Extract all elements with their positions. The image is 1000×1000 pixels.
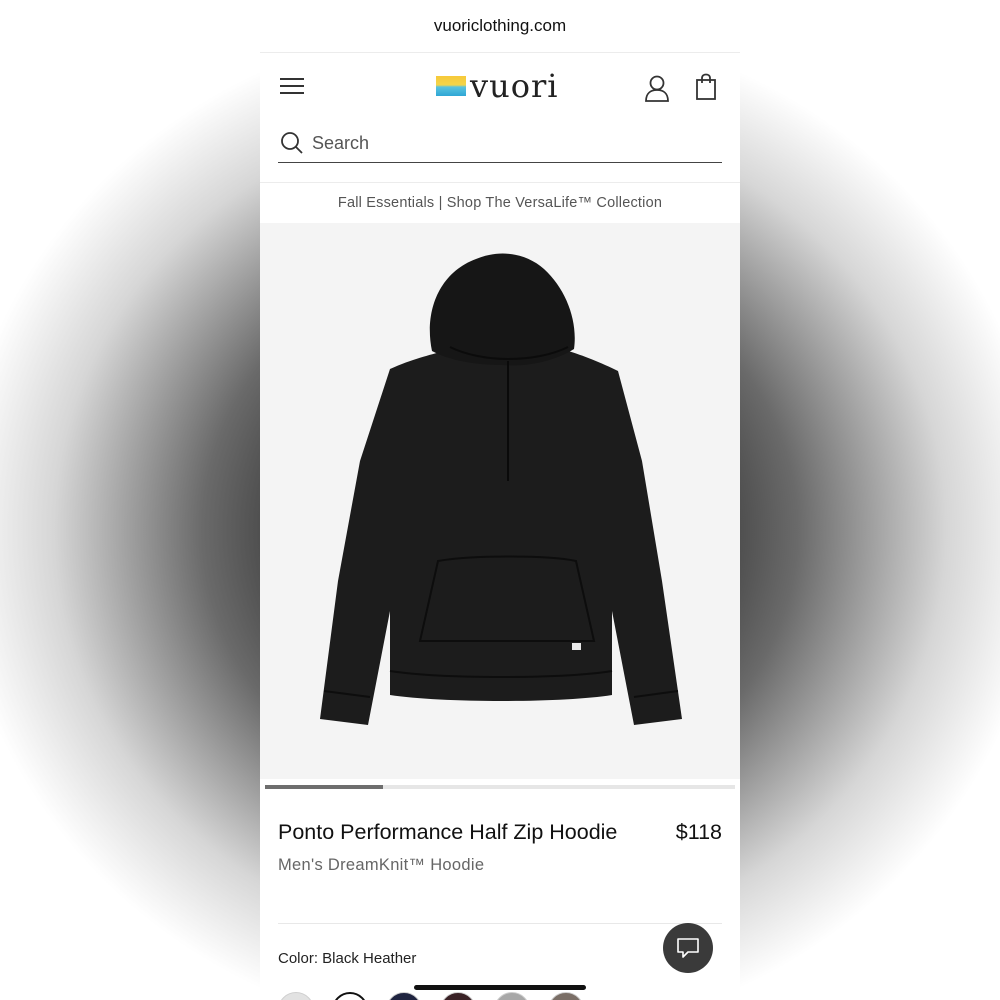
color-swatch[interactable] [548, 992, 584, 1000]
product-gallery[interactable] [260, 223, 740, 779]
logo-text: vuori [470, 67, 559, 105]
product-name: Ponto Performance Half Zip Hoodie [278, 820, 618, 844]
color-swatch[interactable] [494, 992, 530, 1000]
chat-button[interactable] [663, 923, 713, 973]
gallery-progress-bar [265, 785, 735, 789]
vuori-logo[interactable]: vuori [436, 70, 558, 102]
product-subtitle: Men's DreamKnit™ Hoodie [278, 856, 485, 874]
site-header: vuori [260, 52, 740, 124]
gallery-progress-fill [265, 785, 383, 789]
color-swatch[interactable] [386, 992, 422, 1000]
user-account-icon[interactable] [644, 74, 670, 102]
hamburger-menu-icon[interactable] [280, 76, 306, 96]
product-price: $118 [675, 820, 722, 844]
product-image [320, 253, 682, 725]
promo-text: Fall Essentials | Shop The VersaLife™ Co… [337, 195, 663, 211]
shopping-bag-icon[interactable] [694, 73, 718, 101]
promo-banner[interactable]: Fall Essentials | Shop The VersaLife™ Co… [260, 182, 740, 224]
url-text: vuoriclothing.com [433, 16, 567, 35]
color-swatch[interactable] [440, 992, 476, 1000]
color-swatch[interactable] [278, 992, 314, 1000]
color-swatch[interactable] [332, 992, 368, 1000]
divider [278, 923, 722, 924]
browser-url-bar[interactable]: vuoriclothing.com [260, 0, 740, 53]
search-bar [278, 124, 722, 163]
search-icon[interactable] [280, 131, 304, 155]
logo-mark-icon [436, 76, 466, 96]
search-input[interactable] [312, 132, 692, 154]
chat-icon [677, 938, 699, 958]
home-indicator [414, 985, 586, 990]
color-label: Color: Black Heather [278, 950, 417, 967]
mobile-page: vuoriclothing.com vuori Fall Essentials … [260, 0, 740, 1000]
